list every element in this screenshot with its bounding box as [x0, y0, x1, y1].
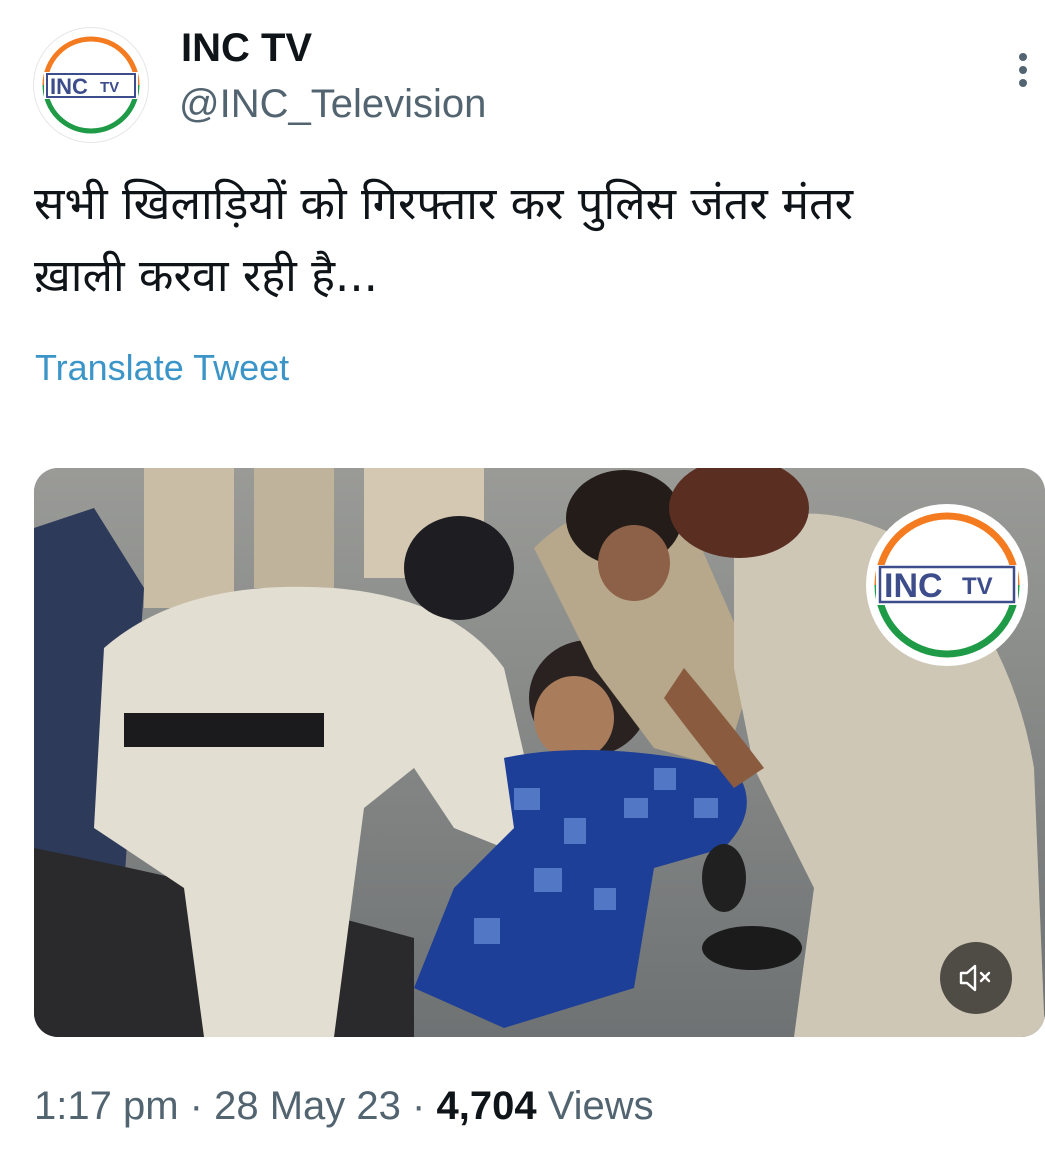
speaker-muted-icon: [959, 964, 991, 992]
video-watermark-logo: INC TV: [866, 504, 1028, 666]
unmute-button[interactable]: [940, 942, 1012, 1014]
meta-separator: ·: [189, 1084, 203, 1128]
tweet-text: सभी खिलाड़ियों को गिरफ्तार कर पुलिस जंतर…: [34, 168, 1034, 312]
svg-text:TV: TV: [100, 79, 119, 96]
author-handle[interactable]: @INC_Television: [179, 80, 486, 128]
tweet-text-line-2: ख़ाली करवा रही है...: [34, 249, 378, 302]
translate-tweet-link[interactable]: Translate Tweet: [35, 346, 289, 390]
tweet-meta: 1:17 pm · 28 May 23 · 4,704 Views: [34, 1080, 654, 1132]
svg-text:INC: INC: [884, 567, 943, 605]
tweet-time[interactable]: 1:17 pm: [34, 1084, 179, 1128]
author-avatar[interactable]: INC TV: [34, 28, 148, 142]
tweet-text-line-1: सभी खिलाड़ियों को गिरफ्तार कर पुलिस जंतर…: [34, 177, 854, 230]
inctv-logo: INC TV: [41, 35, 141, 135]
meta-separator: ·: [412, 1084, 426, 1128]
author-display-name[interactable]: INC TV: [181, 24, 312, 72]
inctv-watermark-icon: INC TV: [870, 508, 1024, 662]
views-label: Views: [547, 1084, 654, 1128]
tweet-video[interactable]: INC TV: [34, 468, 1045, 1037]
more-options-button[interactable]: [1006, 50, 1040, 90]
svg-text:TV: TV: [962, 573, 993, 600]
svg-text:INC: INC: [50, 74, 88, 99]
tweet-date[interactable]: 28 May 23: [214, 1084, 401, 1128]
views-count: 4,704: [436, 1084, 537, 1128]
more-vertical-icon: [1019, 53, 1027, 87]
